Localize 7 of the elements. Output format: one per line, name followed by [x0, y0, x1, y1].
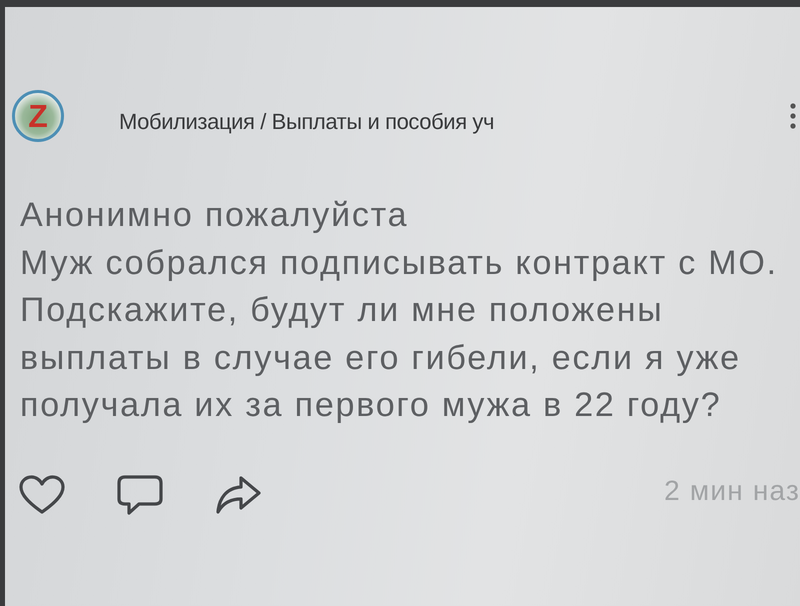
share-icon[interactable] — [215, 474, 261, 514]
more-icon[interactable] — [790, 103, 796, 129]
heart-icon[interactable] — [19, 474, 65, 514]
channel-title[interactable]: Мобилизация / Выплаты и пособия уч — [119, 104, 494, 138]
post-text: Анонимно пожалуйста Муж собрался подписывать контракт с МО. Подскажите, будут ли мне положены выплаты в случае его гибели, если я уже получала их за первого мужа в 22 году? — [19, 195, 779, 426]
comment-icon[interactable] — [117, 474, 163, 514]
post-timestamp: 2 мин наз — [664, 474, 800, 508]
